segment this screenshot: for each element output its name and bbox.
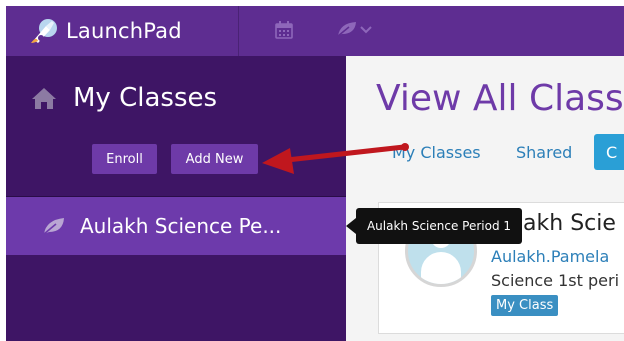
class-card-teacher-link[interactable]: Aulakh.Pamela: [491, 247, 609, 266]
tab-my-classes[interactable]: My Classes: [392, 143, 481, 162]
my-class-badge: My Class: [491, 295, 559, 316]
app-name: LaunchPad: [66, 19, 182, 43]
class-card-description: Science 1st peri: [491, 271, 620, 290]
enroll-button[interactable]: Enroll: [92, 144, 157, 174]
sidebar-title: My Classes: [73, 83, 218, 113]
brand[interactable]: LaunchPad: [6, 6, 239, 56]
page-title: View All Class: [376, 78, 624, 119]
tab-active[interactable]: C: [594, 134, 624, 170]
avatar-body: [421, 252, 461, 284]
tooltip-arrow: [346, 218, 356, 234]
class-switcher-menu[interactable]: [336, 20, 372, 38]
calendar-icon[interactable]: [274, 20, 294, 40]
leaf-icon: [43, 218, 64, 235]
sidebar-header: My Classes Enroll Add New: [6, 56, 346, 196]
leaf-icon: [337, 22, 356, 37]
home-icon: [32, 88, 56, 109]
main-content: View All Class My Classes Shared C ulakh…: [346, 56, 624, 341]
sidebar: My Classes Enroll Add New Aulakh Science…: [6, 56, 346, 341]
top-navbar: LaunchPad: [6, 6, 624, 56]
chevron-down-icon: [360, 26, 372, 34]
launchpad-logo-icon: [31, 19, 57, 43]
tab-shared[interactable]: Shared: [516, 143, 572, 162]
tooltip: Aulakh Science Period 1: [356, 208, 522, 244]
app-window: LaunchPad My Classes Enroll Add New Aula…: [6, 6, 624, 341]
sidebar-item-aulakh-science[interactable]: Aulakh Science Pe...: [6, 197, 346, 255]
add-new-button[interactable]: Add New: [171, 144, 258, 174]
sidebar-item-label: Aulakh Science Pe...: [80, 214, 282, 238]
